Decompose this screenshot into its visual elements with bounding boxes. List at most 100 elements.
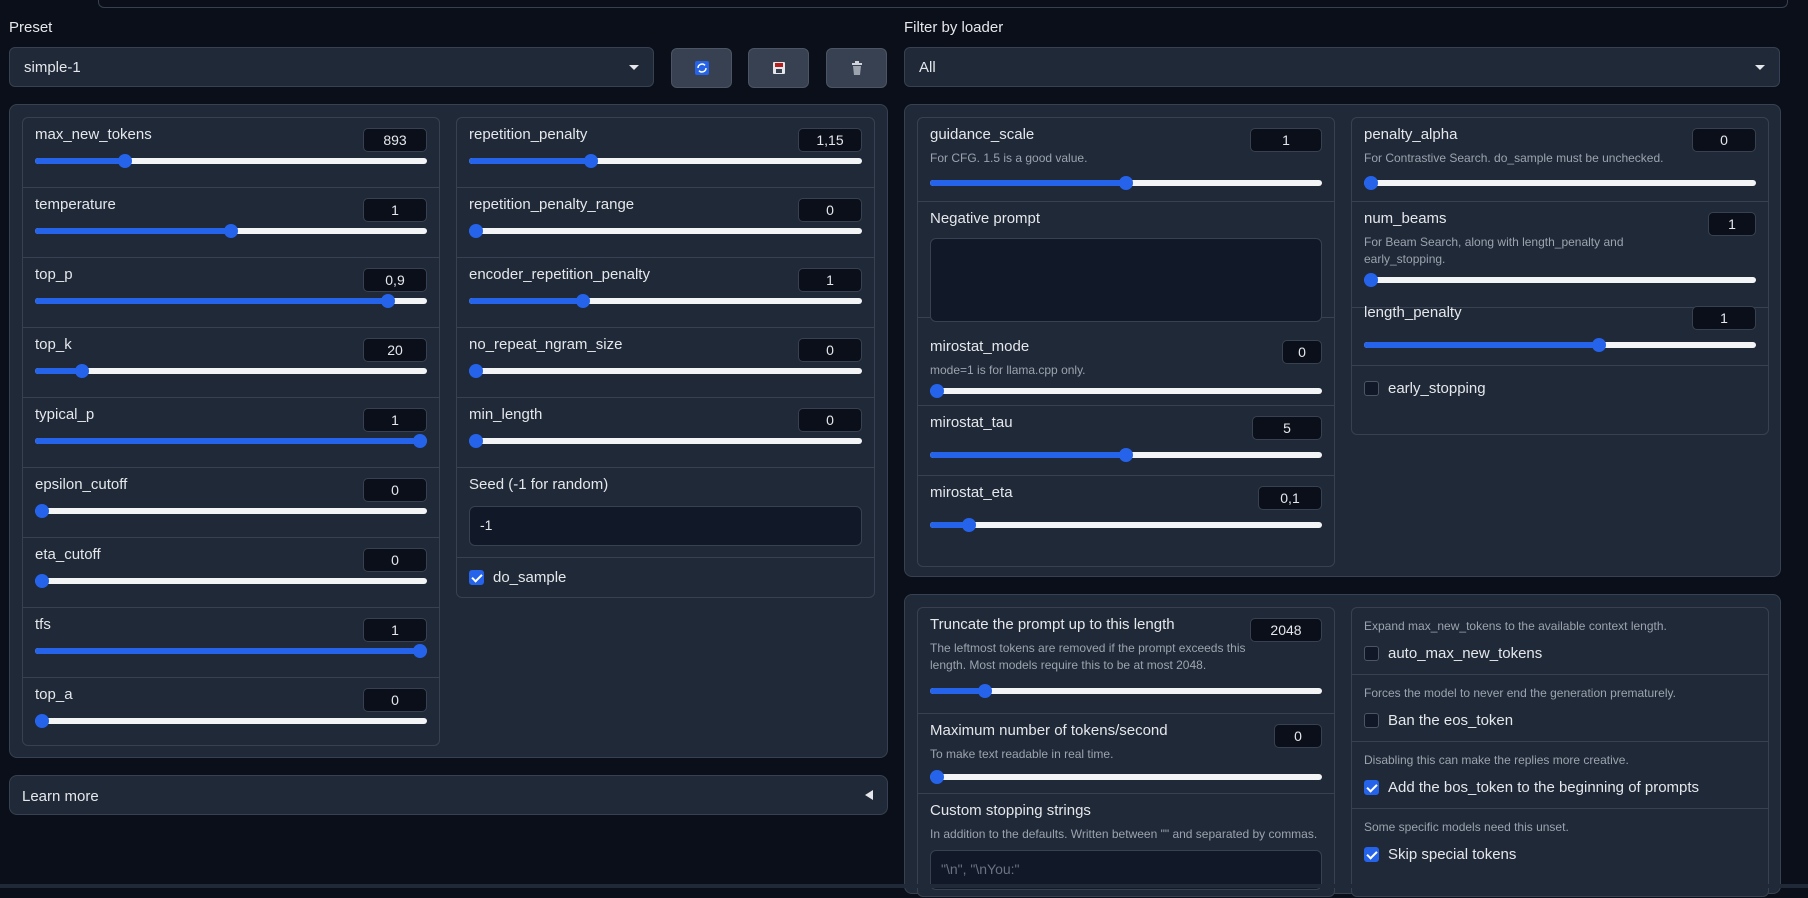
temperature-number-input[interactable]: 1 (363, 198, 427, 222)
negative-prompt-textarea[interactable] (930, 238, 1322, 322)
no-repeat-ngram-size-number-input[interactable]: 0 (798, 338, 862, 362)
repetition-penalty-range-slider-thumb[interactable] (469, 224, 483, 238)
repetition-penalty-range-value: 0 (826, 202, 834, 218)
mirostat-mode-slider-thumb[interactable] (930, 384, 944, 398)
penalty-alpha-value: 0 (1720, 132, 1728, 148)
auto-max-label: auto_max_new_tokens (1388, 645, 1543, 662)
preset-dropdown[interactable]: simple-1 (9, 47, 654, 87)
typical-p-slider-thumb[interactable] (413, 434, 427, 448)
min-length-number-input[interactable]: 0 (798, 408, 862, 432)
encoder-repetition-penalty-slider[interactable] (469, 294, 862, 308)
top-p-slider[interactable] (35, 294, 427, 308)
mirostat-tau-label: mirostat_tau (930, 414, 1013, 431)
truncate-slider[interactable] (930, 684, 1322, 698)
length-penalty-number-input[interactable]: 1 (1692, 306, 1756, 330)
num-beams-slider-thumb[interactable] (1364, 273, 1378, 287)
max-tokens-per-second-number-input[interactable]: 0 (1274, 724, 1322, 748)
tfs-slider-thumb[interactable] (413, 644, 427, 658)
repetition-penalty-range-number-input[interactable]: 0 (798, 198, 862, 222)
length-penalty-slider-thumb[interactable] (1592, 338, 1607, 352)
max-tokens-per-second-label: Maximum number of tokens/second (930, 722, 1168, 739)
length-penalty-label: length_penalty (1364, 304, 1462, 321)
tfs-slider[interactable] (35, 644, 427, 658)
typical-p-number-input[interactable]: 1 (363, 408, 427, 432)
truncate-info-line2: length. Most models require this to be a… (930, 658, 1207, 672)
repetition-penalty-number-input[interactable]: 1,15 (798, 128, 862, 152)
eta-cutoff-number-input[interactable]: 0 (363, 548, 427, 572)
top-p-number-input[interactable]: 0,9 (363, 268, 427, 292)
skip-special-checkbox[interactable] (1364, 847, 1379, 862)
guidance-scale-label: guidance_scale (930, 126, 1035, 143)
penalty-alpha-slider-thumb[interactable] (1364, 176, 1378, 190)
max-new-tokens-slider[interactable] (35, 154, 427, 168)
length-penalty-slider[interactable] (1364, 338, 1756, 352)
mirostat-tau-slider[interactable] (930, 448, 1322, 462)
learn-more-accordion[interactable]: Learn more (9, 775, 888, 815)
eta-cutoff-slider[interactable] (35, 574, 427, 588)
num-beams-number-input[interactable]: 1 (1708, 212, 1756, 236)
typical-p-slider[interactable] (35, 434, 427, 448)
temperature-slider-thumb[interactable] (224, 224, 238, 238)
repetition-penalty-slider[interactable] (469, 154, 862, 168)
top-p-slider-thumb[interactable] (380, 294, 395, 308)
encoder-repetition-penalty-slider-thumb[interactable] (575, 294, 590, 308)
seed-label: Seed (-1 for random) (469, 476, 609, 493)
no-repeat-ngram-size-slider[interactable] (469, 364, 862, 378)
temperature-slider[interactable] (35, 224, 427, 238)
epsilon-cutoff-slider[interactable] (35, 504, 427, 518)
eta-cutoff-slider-thumb[interactable] (35, 574, 49, 588)
add-bos-checkbox[interactable] (1364, 780, 1379, 795)
save-preset-button[interactable] (748, 48, 809, 88)
mirostat-mode-number-input[interactable]: 0 (1282, 340, 1322, 364)
mirostat-eta-label: mirostat_eta (930, 484, 1013, 501)
ban-eos-checkbox[interactable] (1364, 713, 1379, 728)
num-beams-slider[interactable] (1364, 273, 1756, 287)
guidance-scale-value: 1 (1282, 132, 1290, 148)
delete-preset-button[interactable] (826, 48, 887, 88)
no-repeat-ngram-size-slider-thumb[interactable] (469, 364, 483, 378)
top-k-slider-thumb[interactable] (75, 364, 90, 378)
mirostat-eta-slider[interactable] (930, 518, 1322, 532)
penalty-alpha-slider[interactable] (1364, 176, 1756, 190)
repetition-penalty-slider-thumb[interactable] (583, 154, 598, 168)
refresh-preset-button[interactable] (671, 48, 732, 88)
token-options-column: Expand max_new_tokens to the available c… (1351, 607, 1769, 897)
epsilon-cutoff-number-input[interactable]: 0 (363, 478, 427, 502)
mirostat-mode-slider[interactable] (930, 384, 1322, 398)
auto-max-checkbox[interactable] (1364, 646, 1379, 661)
tfs-number-input[interactable]: 1 (363, 618, 427, 642)
length-penalty-block: length_penalty 1 (1352, 296, 1768, 366)
epsilon-cutoff-slider-thumb[interactable] (35, 504, 49, 518)
epsilon-cutoff-block: epsilon_cutoff 0 (23, 468, 439, 538)
top-k-slider[interactable] (35, 364, 427, 378)
repetition-penalty-range-slider[interactable] (469, 224, 862, 238)
early-stopping-checkbox[interactable] (1364, 381, 1379, 396)
max-new-tokens-number-input[interactable]: 893 (363, 128, 427, 152)
max-tokens-per-second-slider-thumb[interactable] (930, 770, 944, 784)
top-a-label: top_a (35, 686, 73, 703)
min-length-slider-thumb[interactable] (469, 434, 483, 448)
seed-input[interactable]: -1 (469, 506, 862, 546)
mirostat-tau-number-input[interactable]: 5 (1252, 416, 1322, 440)
mirostat-eta-number-input[interactable]: 0,1 (1258, 486, 1322, 510)
top-a-slider-thumb[interactable] (35, 714, 49, 728)
do-sample-checkbox[interactable] (469, 570, 484, 585)
guidance-scale-number-input[interactable]: 1 (1250, 128, 1322, 152)
guidance-scale-slider[interactable] (930, 176, 1322, 190)
max-new-tokens-slider-thumb[interactable] (118, 154, 133, 168)
top-k-number-input[interactable]: 20 (363, 338, 427, 362)
loader-filter-dropdown[interactable]: All (904, 47, 1780, 87)
top-a-number-input[interactable]: 0 (363, 688, 427, 712)
mirostat-tau-slider-thumb[interactable] (1119, 448, 1133, 462)
truncate-slider-thumb[interactable] (977, 684, 992, 698)
min-length-slider[interactable] (469, 434, 862, 448)
top-a-slider[interactable] (35, 714, 427, 728)
truncate-number-input[interactable]: 2048 (1250, 618, 1322, 642)
max-tokens-per-second-slider[interactable] (930, 770, 1322, 784)
guidance-scale-slider-thumb[interactable] (1119, 176, 1133, 190)
penalty-alpha-number-input[interactable]: 0 (1692, 128, 1756, 152)
truncate-label: Truncate the prompt up to this length (930, 616, 1175, 633)
cfg-mirostat-column: guidance_scale For CFG. 1.5 is a good va… (917, 117, 1335, 567)
encoder-repetition-penalty-number-input[interactable]: 1 (798, 268, 862, 292)
mirostat-eta-slider-thumb[interactable] (962, 518, 977, 532)
